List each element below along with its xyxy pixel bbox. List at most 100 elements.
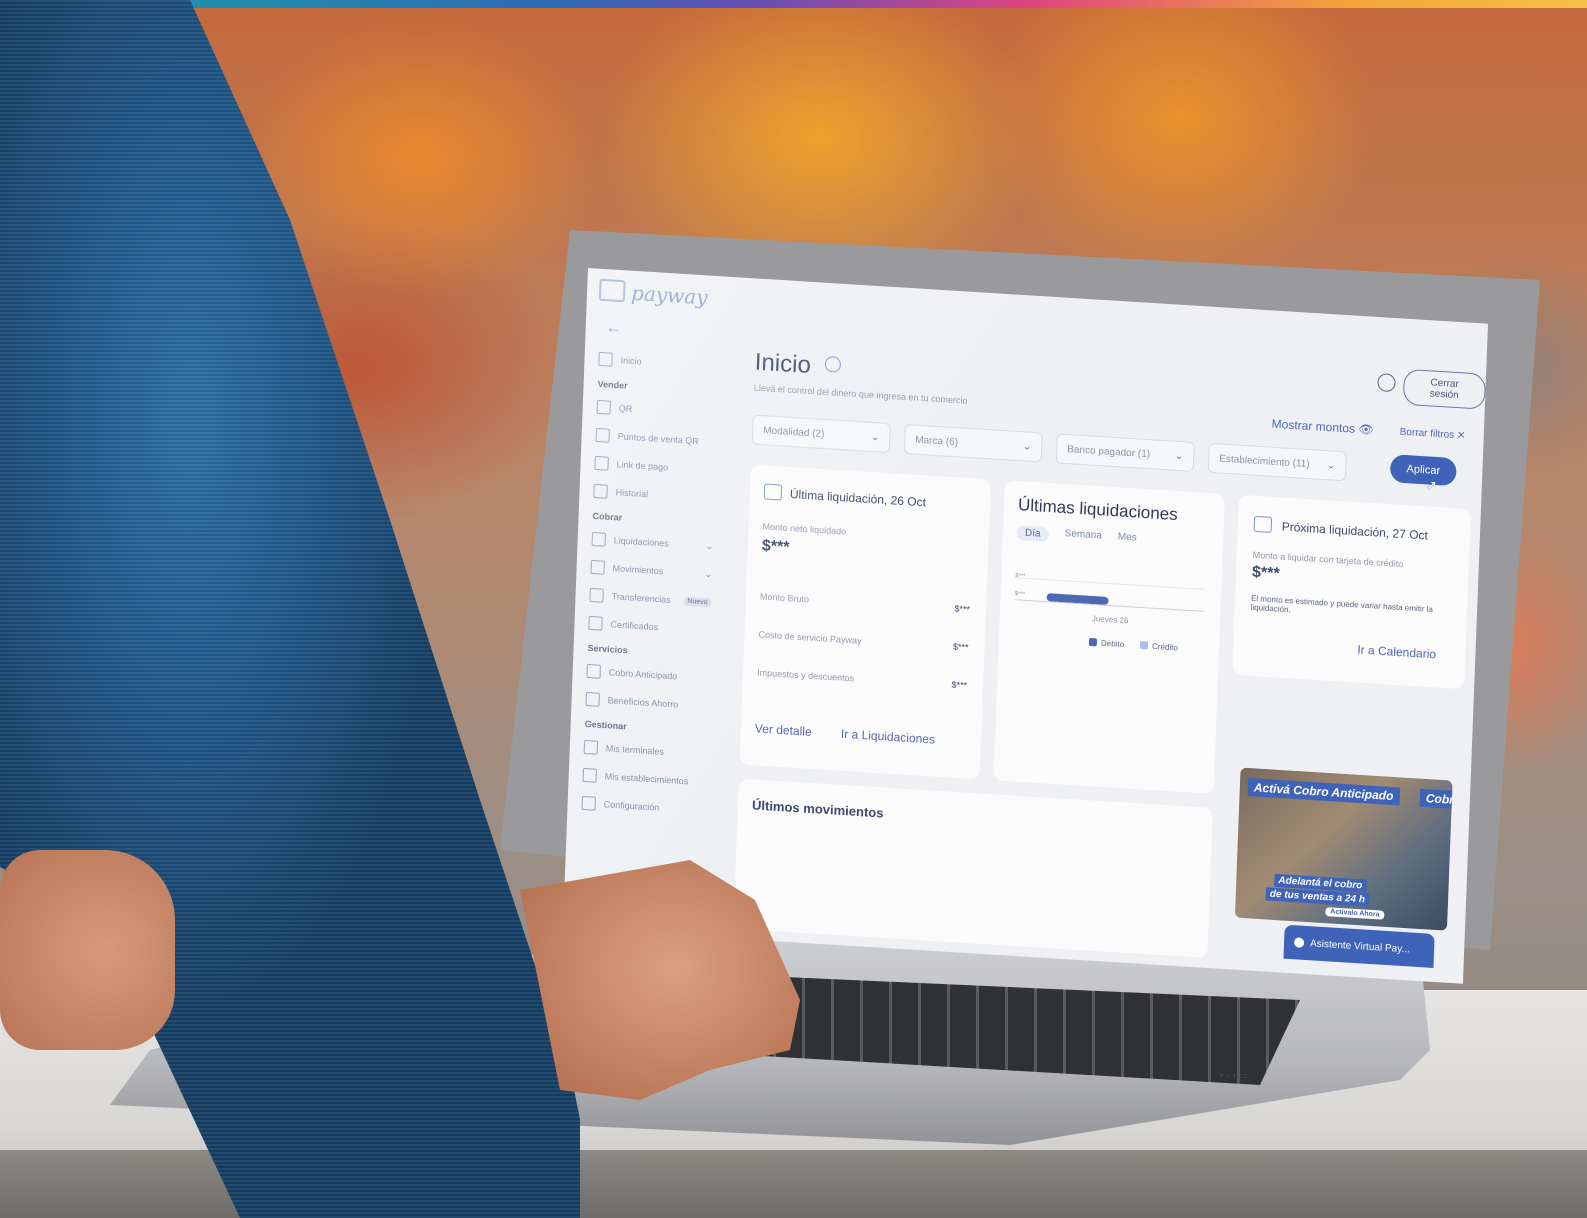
show-amounts-toggle[interactable]: Mostrar montos 👁 <box>1271 417 1373 437</box>
row-value: $*** <box>952 641 969 653</box>
row-label: Impuestos y descuentos <box>756 667 855 684</box>
people-icon <box>585 691 600 707</box>
folder-icon <box>588 615 603 631</box>
period-tabs: Día Semana Mes <box>1016 525 1137 547</box>
x-label: Jueves 26 <box>1091 613 1129 626</box>
assistant-label: Asistente Virtual Pay... <box>1309 937 1410 955</box>
legend-credito: Crédito <box>1139 641 1179 653</box>
chevron-down-icon: ⌄ <box>870 431 880 443</box>
sidebar-item-label: Configuración <box>603 799 660 813</box>
wallet-icon <box>763 483 783 501</box>
sidebar-item-label: Movimientos <box>612 563 664 577</box>
info-icon[interactable] <box>824 355 842 373</box>
payway-logo: payway <box>598 278 708 310</box>
tab-mes[interactable]: Mes <box>1118 531 1137 547</box>
sidebar-item-label: Mis terminales <box>605 743 665 757</box>
new-badge: Nuevo <box>683 596 712 607</box>
last-settlement-title: Última liquidación, 26 Oct <box>789 487 927 510</box>
chevron-down-icon: ⌄ <box>1326 459 1336 472</box>
promo-cta-button[interactable]: Activalo Ahora <box>1325 907 1385 920</box>
promo-title-cut: Cobr <box>1419 788 1453 810</box>
phone-icon <box>583 739 599 755</box>
legend-swatch <box>1088 637 1098 647</box>
sidebar-item-label: Historial <box>615 487 649 500</box>
filter-label: Establecimiento (11) <box>1219 452 1310 470</box>
recent-settlements-title: Últimas liquidaciones <box>1017 495 1179 525</box>
logout-button[interactable]: Cerrar sesión <box>1402 368 1487 410</box>
grid-icon <box>598 351 613 367</box>
sidebar-item-label: Liquidaciones <box>613 535 669 549</box>
promo-title: Activá Cobro Anticipado <box>1247 778 1400 806</box>
sidebar-item-label: Mis establecimientos <box>604 771 689 787</box>
recent-movements-title: Últimos movimientos <box>751 797 884 821</box>
promo-banner[interactable]: Activá Cobro Anticipado Cobr Adelantá el… <box>1234 767 1453 931</box>
row-label: Costo de servicio Payway <box>758 629 862 646</box>
virtual-assistant-button[interactable]: Asistente Virtual Pay... <box>1283 924 1435 968</box>
history-icon <box>593 483 608 499</box>
sidebar-item-label: Inicio <box>620 355 642 367</box>
laptop-ports: ▪ ▫ ◖ ▭ <box>1220 1070 1248 1080</box>
legend-swatch <box>1139 641 1149 650</box>
filter-banco[interactable]: Banco pagador (1) ⌄ <box>1055 433 1195 472</box>
gross-row: Monto Bruto $*** <box>760 591 970 614</box>
clear-filters-button[interactable]: Borrar filtros ✕ <box>1399 427 1465 442</box>
payway-logo-icon <box>598 278 626 303</box>
go-to-settlements-link[interactable]: Ir a Liquidaciones <box>841 727 936 747</box>
page-title: Inicio <box>754 348 842 382</box>
legend-label: Crédito <box>1151 641 1179 653</box>
y-tick: $*** <box>1014 591 1026 598</box>
photo-scene: ▪ ▫ ◖ ▭ payway ← Inicio Vender QR Puntos… <box>0 0 1587 1218</box>
legend-label: Débito <box>1100 638 1125 650</box>
chat-icon <box>1293 937 1305 948</box>
sidebar-item-label: Transferencias <box>611 591 672 605</box>
chevron-down-icon: ⌄ <box>705 540 714 552</box>
legend-debito: Débito <box>1088 637 1125 650</box>
taxes-row: Impuestos y descuentos $*** <box>757 667 967 690</box>
row-label: Monto Bruto <box>759 591 810 605</box>
qr-icon <box>596 399 612 415</box>
arrow-left-icon[interactable]: ← <box>605 319 622 338</box>
chart-axis <box>1014 599 1205 612</box>
chevron-down-icon: ⌄ <box>704 568 713 580</box>
qr-icon <box>595 427 610 443</box>
sliders-icon <box>581 795 596 811</box>
next-settlement-value: $*** <box>1251 563 1280 583</box>
filter-label: Modalidad (2) <box>763 424 825 440</box>
filter-modalidad[interactable]: Modalidad (2) ⌄ <box>751 414 891 454</box>
sidebar-item-label: Puntos de venta QR <box>617 431 699 447</box>
tab-semana[interactable]: Semana <box>1064 528 1102 545</box>
building-icon <box>582 767 598 783</box>
sidebar-item-label: QR <box>618 403 633 415</box>
sidebar: Inicio Vender QR Puntos de venta QR Link… <box>567 344 735 825</box>
database-icon <box>586 663 601 679</box>
filter-establecimiento[interactable]: Establecimiento (11) ⌄ <box>1207 442 1347 482</box>
net-amount-label: Monto neto liquidado <box>762 521 847 537</box>
chevron-down-icon: ⌄ <box>1174 450 1184 462</box>
brand-name: payway <box>630 280 708 310</box>
wallet-icon <box>591 531 607 547</box>
next-settlement-note: El monto es estimado y puede variar hast… <box>1250 593 1434 615</box>
tab-dia[interactable]: Día <box>1016 525 1049 543</box>
page-title-text: Inicio <box>754 348 812 380</box>
page-subtitle: Llevá el control del dinero que ingresa … <box>753 382 968 406</box>
brand-gradient-bar <box>0 0 1587 8</box>
link-icon <box>594 455 609 471</box>
filter-label: Banco pagador (1) <box>1067 443 1151 460</box>
next-settlement-card: Próxima liquidación, 27 Oct Monto a liqu… <box>1232 494 1471 690</box>
recent-movements-card: Últimos movimientos <box>733 778 1213 958</box>
left-hand <box>0 850 175 1050</box>
chart-gridline <box>1015 577 1206 590</box>
folder-icon <box>589 587 604 603</box>
sidebar-item-label: Link de pago <box>616 459 669 473</box>
filter-marca[interactable]: Marca (6) ⌄ <box>903 423 1043 463</box>
laptop-screen: payway ← Inicio Vender QR Puntos de vent… <box>562 268 1488 984</box>
go-to-calendar-link[interactable]: Ir a Calendario <box>1357 642 1436 661</box>
user-icon[interactable] <box>1377 373 1396 393</box>
view-detail-link[interactable]: Ver detalle <box>755 721 812 739</box>
service-cost-row: Costo de servicio Payway $*** <box>758 629 968 652</box>
apply-button[interactable]: Aplicar <box>1389 454 1457 487</box>
shuffle-icon <box>590 559 605 575</box>
last-settlement-card: Última liquidación, 26 Oct Monto neto li… <box>739 464 991 780</box>
next-settlement-title: Próxima liquidación, 27 Oct <box>1281 519 1429 543</box>
mouse-cursor-icon: ➚ <box>1425 476 1438 494</box>
